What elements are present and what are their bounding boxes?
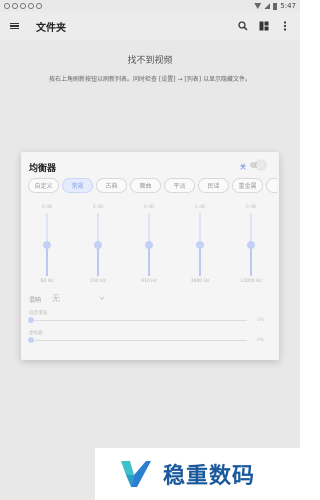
status-bar: 5:47 xyxy=(0,0,300,12)
band-slider-thumb[interactable] xyxy=(94,240,102,249)
band-slider-thumb[interactable] xyxy=(196,240,204,249)
preset-chip[interactable]: 民谣 xyxy=(198,178,229,193)
slider-track[interactable] xyxy=(29,320,247,321)
slider-label: 低音增强 xyxy=(29,311,47,316)
reverb-select[interactable]: 无 xyxy=(52,293,60,304)
band-db-value: 0 dB xyxy=(245,205,257,210)
watermark-logo-icon xyxy=(121,461,151,487)
signal-icon xyxy=(264,3,271,9)
band-slider-fill xyxy=(250,244,252,276)
eq-band: 0 dB 3600 Hz xyxy=(185,205,215,285)
preset-chip[interactable]: 舞曲 xyxy=(130,178,161,193)
slider-thumb[interactable] xyxy=(28,337,34,343)
battery-icon xyxy=(273,2,278,10)
app-bar: 文件夹 xyxy=(0,12,300,40)
band-slider-fill xyxy=(148,244,150,276)
band-frequency: 14000 Hz xyxy=(240,279,262,284)
band-frequency: 3600 Hz xyxy=(190,279,210,284)
layout-icon[interactable] xyxy=(259,21,269,31)
preset-chip[interactable]: 自定义 xyxy=(28,178,59,193)
preset-chip[interactable]: 古典 xyxy=(96,178,127,193)
slider-track[interactable] xyxy=(29,340,247,341)
preset-chip[interactable]: 平淡 xyxy=(164,178,195,193)
menu-icon[interactable] xyxy=(10,22,19,30)
notification-icons xyxy=(4,3,42,9)
eq-band: 0 dB 60 Hz xyxy=(32,205,62,285)
band-db-value: 0 dB xyxy=(41,205,53,210)
band-db-value: 0 dB xyxy=(143,205,155,210)
empty-state-title: 找不到视频 xyxy=(127,56,173,66)
eq-band: 0 dB 14000 Hz xyxy=(236,205,266,285)
equalizer-dialog: 均衡器 关 自定义 常规 古典 舞曲 平淡 民谣 重金属 嘻 0 dB 60 H… xyxy=(21,152,279,360)
notification-icon xyxy=(28,3,34,9)
chevron-down-icon[interactable] xyxy=(99,295,105,301)
search-icon[interactable] xyxy=(238,21,248,31)
band-frequency: 230 Hz xyxy=(90,279,106,284)
slider-value: 0% xyxy=(257,318,265,323)
bass-boost-slider: 低音增强 0% xyxy=(28,310,271,326)
band-db-value: 0 dB xyxy=(194,205,206,210)
band-slider-fill xyxy=(46,244,48,276)
eq-band: 0 dB 910 Hz xyxy=(134,205,164,285)
slider-thumb[interactable] xyxy=(28,317,34,323)
band-db-value: 0 dB xyxy=(92,205,104,210)
band-slider-thumb[interactable] xyxy=(145,240,153,249)
eq-band: 0 dB 230 Hz xyxy=(83,205,113,285)
band-slider-fill xyxy=(199,244,201,276)
dialog-title: 均衡器 xyxy=(29,164,57,174)
preset-chip[interactable]: 重金属 xyxy=(232,178,263,193)
enable-label: 关 xyxy=(240,164,247,171)
preset-chip[interactable]: 嘻 xyxy=(266,178,277,193)
watermark: 稳重数码 xyxy=(95,448,300,500)
virtualizer-slider: 虚拟器 0% xyxy=(28,330,271,346)
notification-icon xyxy=(4,3,10,9)
enable-toggle[interactable] xyxy=(248,160,267,170)
status-time: 5:47 xyxy=(280,2,296,10)
reverb-label: 混响 xyxy=(29,297,42,304)
watermark-text: 稳重数码 xyxy=(163,464,256,489)
notification-icon xyxy=(36,3,42,9)
preset-chips: 自定义 常规 古典 舞曲 平淡 民谣 重金属 嘻 xyxy=(28,178,277,194)
band-frequency: 60 Hz xyxy=(40,279,54,284)
more-vert-icon[interactable] xyxy=(280,21,290,31)
slider-label: 虚拟器 xyxy=(29,331,43,336)
band-frequency: 910 Hz xyxy=(141,279,157,284)
notification-icon xyxy=(20,3,26,9)
band-slider-fill xyxy=(97,244,99,276)
page-title: 文件夹 xyxy=(36,22,66,34)
wifi-icon xyxy=(254,3,262,9)
band-slider-thumb[interactable] xyxy=(247,240,255,249)
preset-chip-active[interactable]: 常规 xyxy=(62,178,93,193)
slider-value: 0% xyxy=(257,338,265,343)
notification-icon xyxy=(12,3,18,9)
empty-state-description: 按右上角刷新按钮以刷新列表。同时检查 [设置] → [列表] 以显示隐藏文件。 xyxy=(48,76,252,83)
band-slider-thumb[interactable] xyxy=(43,240,51,249)
